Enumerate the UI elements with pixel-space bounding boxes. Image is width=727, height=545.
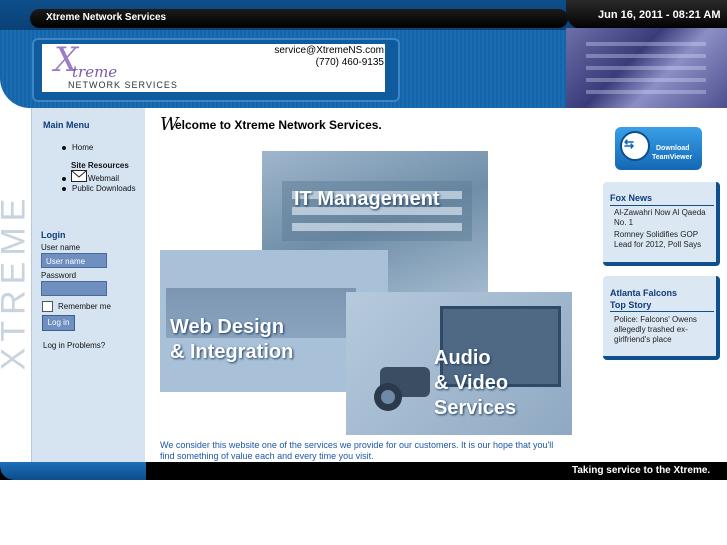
password-input[interactable]: [41, 281, 107, 296]
web-integration-label: & Integration: [170, 341, 294, 363]
server-rack-photo: [566, 28, 727, 110]
welcome-heading: elcome to Xtreme Network Services.: [175, 118, 382, 132]
vertical-brand-text: XTREME: [0, 192, 33, 371]
bullet: [62, 177, 66, 181]
username-input[interactable]: User name: [41, 253, 107, 268]
date-time: Jun 16, 2011 - 08:21 AM: [598, 9, 721, 21]
site-resources-heading: Site Resources: [71, 161, 129, 170]
mail-icon[interactable]: [71, 170, 87, 182]
divider: [610, 311, 714, 312]
teamviewer-label-1: Download: [656, 145, 690, 152]
footer-tagline: Taking service to the Xtreme.: [572, 465, 711, 476]
teamviewer-label-2: TeamViewer: [652, 154, 693, 161]
intro-paragraph: We consider this website one of the serv…: [160, 440, 554, 461]
bullet: [62, 146, 66, 150]
remember-me-label: Remember me: [58, 302, 111, 311]
falcons-heading: Atlanta Falcons: [610, 288, 678, 298]
footer-accent: [0, 462, 146, 480]
video-label: & Video: [434, 372, 509, 394]
site-title: Xtreme Network Services: [46, 12, 167, 23]
login-button[interactable]: Log in: [42, 315, 75, 331]
contact-phone: (770) 460-9135: [315, 57, 384, 68]
password-label: Password: [41, 271, 77, 280]
services-label: Services: [434, 397, 517, 419]
audio-label: Audio: [434, 347, 491, 369]
fox-news-item[interactable]: Al-Zawahri Now Al Qaeda No. 1: [614, 208, 710, 228]
menu-item-public-downloads[interactable]: Public Downloads: [72, 184, 136, 193]
login-problems-link[interactable]: Log in Problems?: [43, 341, 105, 350]
fox-news-heading: Fox News: [610, 193, 653, 203]
logo-subtitle: NETWORK SERVICES: [68, 80, 178, 90]
divider: [610, 205, 714, 206]
falcons-news-item[interactable]: Police: Falcons' Owens allegedly trashed…: [614, 315, 710, 345]
username-label: User name: [41, 243, 81, 252]
login-heading: Login: [41, 230, 66, 240]
contact-email-link[interactable]: service@XtremeNS.com: [260, 45, 384, 56]
falcons-subheading: Top Story: [610, 300, 652, 310]
web-design-label: Web Design: [170, 316, 285, 338]
main-menu-heading: Main Menu: [43, 120, 90, 130]
it-management-label: IT Management: [294, 188, 440, 210]
fox-news-item[interactable]: Romney Solidifies GOP Lead for 2012, Pol…: [614, 230, 710, 250]
double-arrow-icon: ⇆: [624, 137, 635, 151]
menu-item-webmail[interactable]: Webmail: [88, 174, 119, 183]
remember-me-checkbox[interactable]: [42, 301, 53, 312]
menu-item-home[interactable]: Home: [72, 143, 93, 152]
bullet: [62, 187, 66, 191]
logo-wordmark: treme: [72, 63, 118, 81]
